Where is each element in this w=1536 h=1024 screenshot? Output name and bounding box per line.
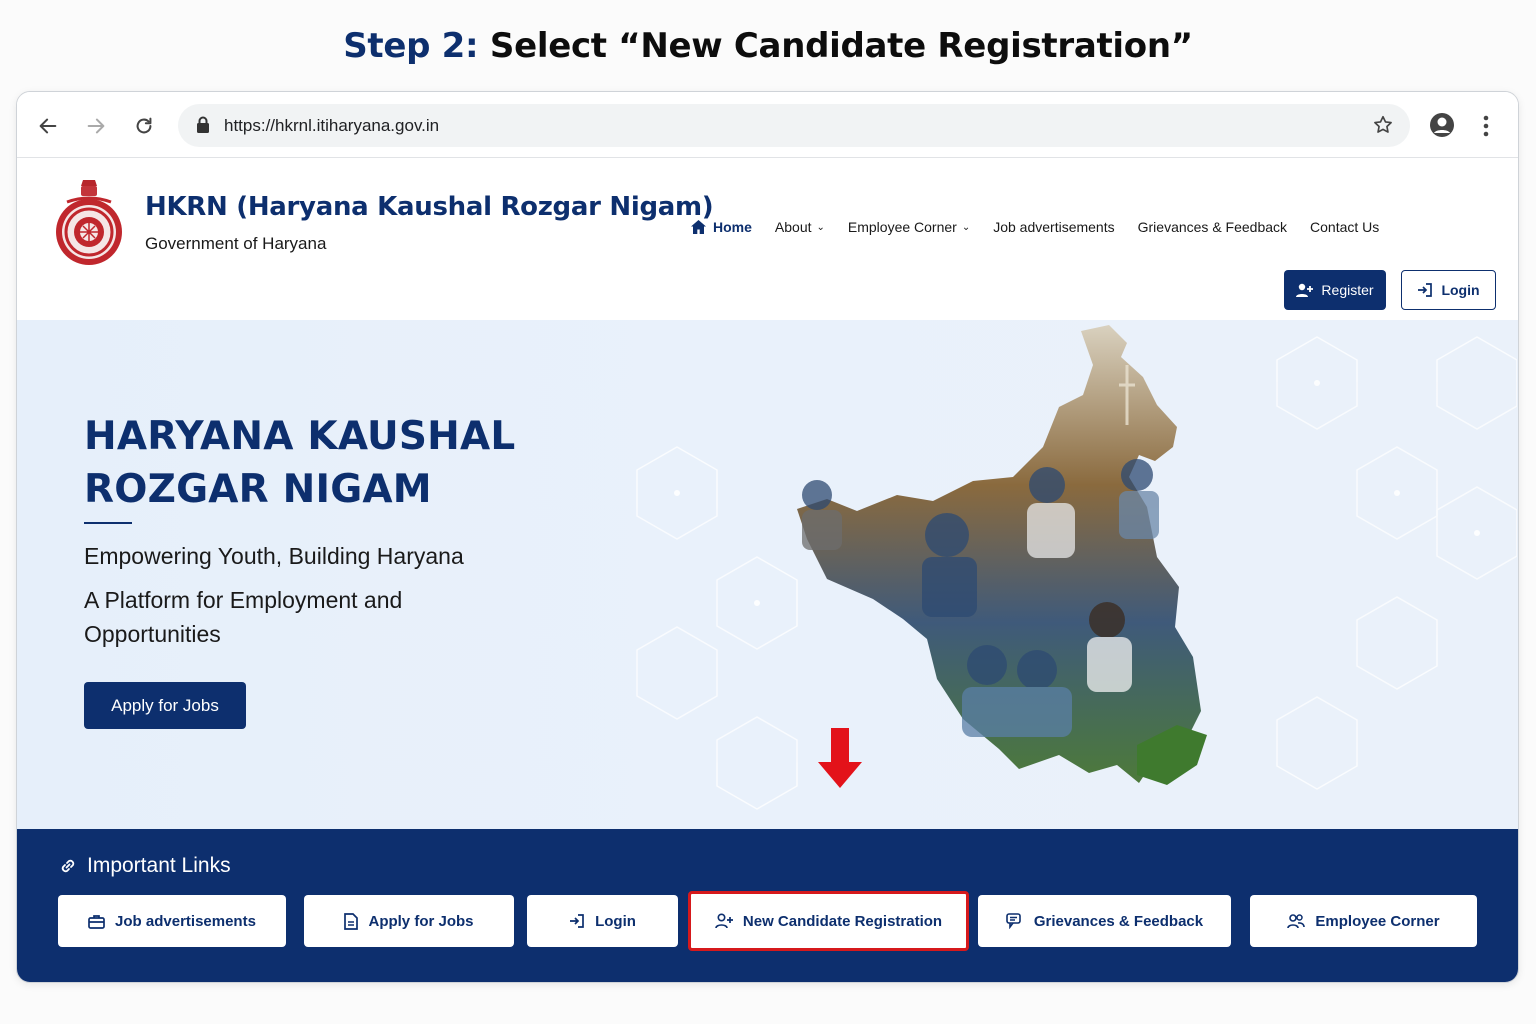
nav-contact-us[interactable]: Contact Us: [1310, 219, 1379, 235]
link-new-candidate-registration[interactable]: New Candidate Registration: [688, 891, 969, 951]
hero-title: HARYANA KAUSHAL ROZGAR NIGAM: [84, 410, 515, 516]
chevron-down-icon: ⌄: [961, 221, 971, 233]
register-button[interactable]: Register: [1284, 270, 1386, 310]
back-arrow-icon[interactable]: [34, 112, 62, 140]
haryana-emblem-logo[interactable]: [53, 176, 125, 275]
home-icon: [690, 219, 707, 235]
step-text: Select “New Candidate Registration”: [489, 26, 1193, 66]
hero-tagline: Empowering Youth, Building Haryana: [84, 543, 464, 569]
org-name[interactable]: HKRN (Haryana Kaushal Rozgar Nigam): [145, 192, 714, 222]
login-button[interactable]: Login: [1401, 270, 1496, 310]
nav-job-advertisements-label: Job advertisements: [993, 219, 1115, 235]
profile-icon[interactable]: [1428, 111, 1456, 144]
browser-window: https://hkrnl.itiharyana.gov.in HKRN (Ha…: [16, 91, 1519, 983]
chevron-down-icon: ⌄: [816, 221, 825, 233]
step-label: Step 2:: [343, 26, 479, 66]
main-navigation: Home About ⌄ Employee Corner ⌄ Job adver…: [690, 219, 1402, 235]
link-grievances-feedback[interactable]: Grievances & Feedback: [978, 895, 1231, 947]
nav-home-label: Home: [713, 219, 752, 235]
link-chain-icon: [59, 857, 77, 875]
step-instruction: Step 2: Select “New Candidate Registrati…: [0, 26, 1536, 66]
login-icon: [1417, 282, 1433, 298]
hero-divider: [84, 522, 132, 524]
login-label: Login: [1441, 282, 1480, 298]
link-employee-corner[interactable]: Employee Corner: [1250, 895, 1477, 947]
nav-employee-corner-label: Employee Corner: [847, 219, 957, 235]
link-new-candidate-registration-label: New Candidate Registration: [742, 912, 943, 930]
browser-toolbar: https://hkrnl.itiharyana.gov.in: [17, 92, 1518, 158]
nav-about[interactable]: About ⌄: [775, 219, 825, 235]
star-icon[interactable]: [1372, 114, 1394, 141]
address-bar[interactable]: https://hkrnl.itiharyana.gov.in: [178, 104, 1410, 147]
lock-icon: [196, 116, 210, 139]
link-job-advertisements-label: Job advertisements: [115, 912, 256, 930]
important-links-heading: Important Links: [59, 854, 231, 878]
site-header: HKRN (Haryana Kaushal Rozgar Nigam) Gove…: [17, 158, 1518, 320]
nav-home[interactable]: Home: [690, 219, 752, 235]
user-plus-icon: [1296, 283, 1314, 298]
link-employee-corner-label: Employee Corner: [1315, 912, 1440, 930]
nav-about-label: About: [774, 219, 812, 235]
nav-contact-us-label: Contact Us: [1310, 219, 1380, 235]
url-text: https://hkrnl.itiharyana.gov.in: [224, 116, 440, 135]
register-label: Register: [1321, 282, 1374, 298]
link-apply-for-jobs[interactable]: Apply for Jobs: [304, 895, 514, 947]
nav-employee-corner[interactable]: Employee Corner ⌄: [848, 219, 970, 235]
link-login[interactable]: Login: [527, 895, 678, 947]
apply-for-jobs-button[interactable]: Apply for Jobs: [84, 682, 246, 729]
link-job-advertisements[interactable]: Job advertisements: [58, 895, 286, 947]
nav-grievances-label: Grievances & Feedback: [1137, 219, 1288, 235]
org-subtitle: Government of Haryana: [145, 234, 327, 253]
hero-title-line1: HARYANA KAUSHAL: [84, 414, 516, 459]
nav-grievances[interactable]: Grievances & Feedback: [1138, 219, 1287, 235]
red-arrow-down-icon: [818, 728, 862, 788]
chat-icon: [1006, 913, 1024, 929]
user-plus-icon: [715, 913, 733, 929]
link-grievances-feedback-label: Grievances & Feedback: [1033, 912, 1204, 930]
important-links-section: Important Links Job advertisements Apply…: [17, 829, 1518, 982]
document-icon: [344, 912, 359, 930]
login-icon: [569, 913, 585, 929]
hero-banner: HARYANA KAUSHAL ROZGAR NIGAM Empowering …: [17, 320, 1518, 829]
briefcase-icon: [88, 914, 105, 929]
link-login-label: Login: [595, 912, 636, 930]
kebab-menu-icon[interactable]: [1477, 112, 1495, 145]
link-apply-for-jobs-label: Apply for Jobs: [368, 912, 474, 930]
nav-job-advertisements[interactable]: Job advertisements: [993, 219, 1114, 235]
hero-title-line2: ROZGAR NIGAM: [84, 467, 432, 512]
important-links-title: Important Links: [87, 854, 231, 877]
forward-arrow-icon[interactable]: [82, 112, 110, 140]
reload-icon[interactable]: [130, 112, 158, 140]
users-icon: [1287, 913, 1306, 929]
hero-description: A Platform for Employment and Opportunit…: [84, 587, 403, 647]
